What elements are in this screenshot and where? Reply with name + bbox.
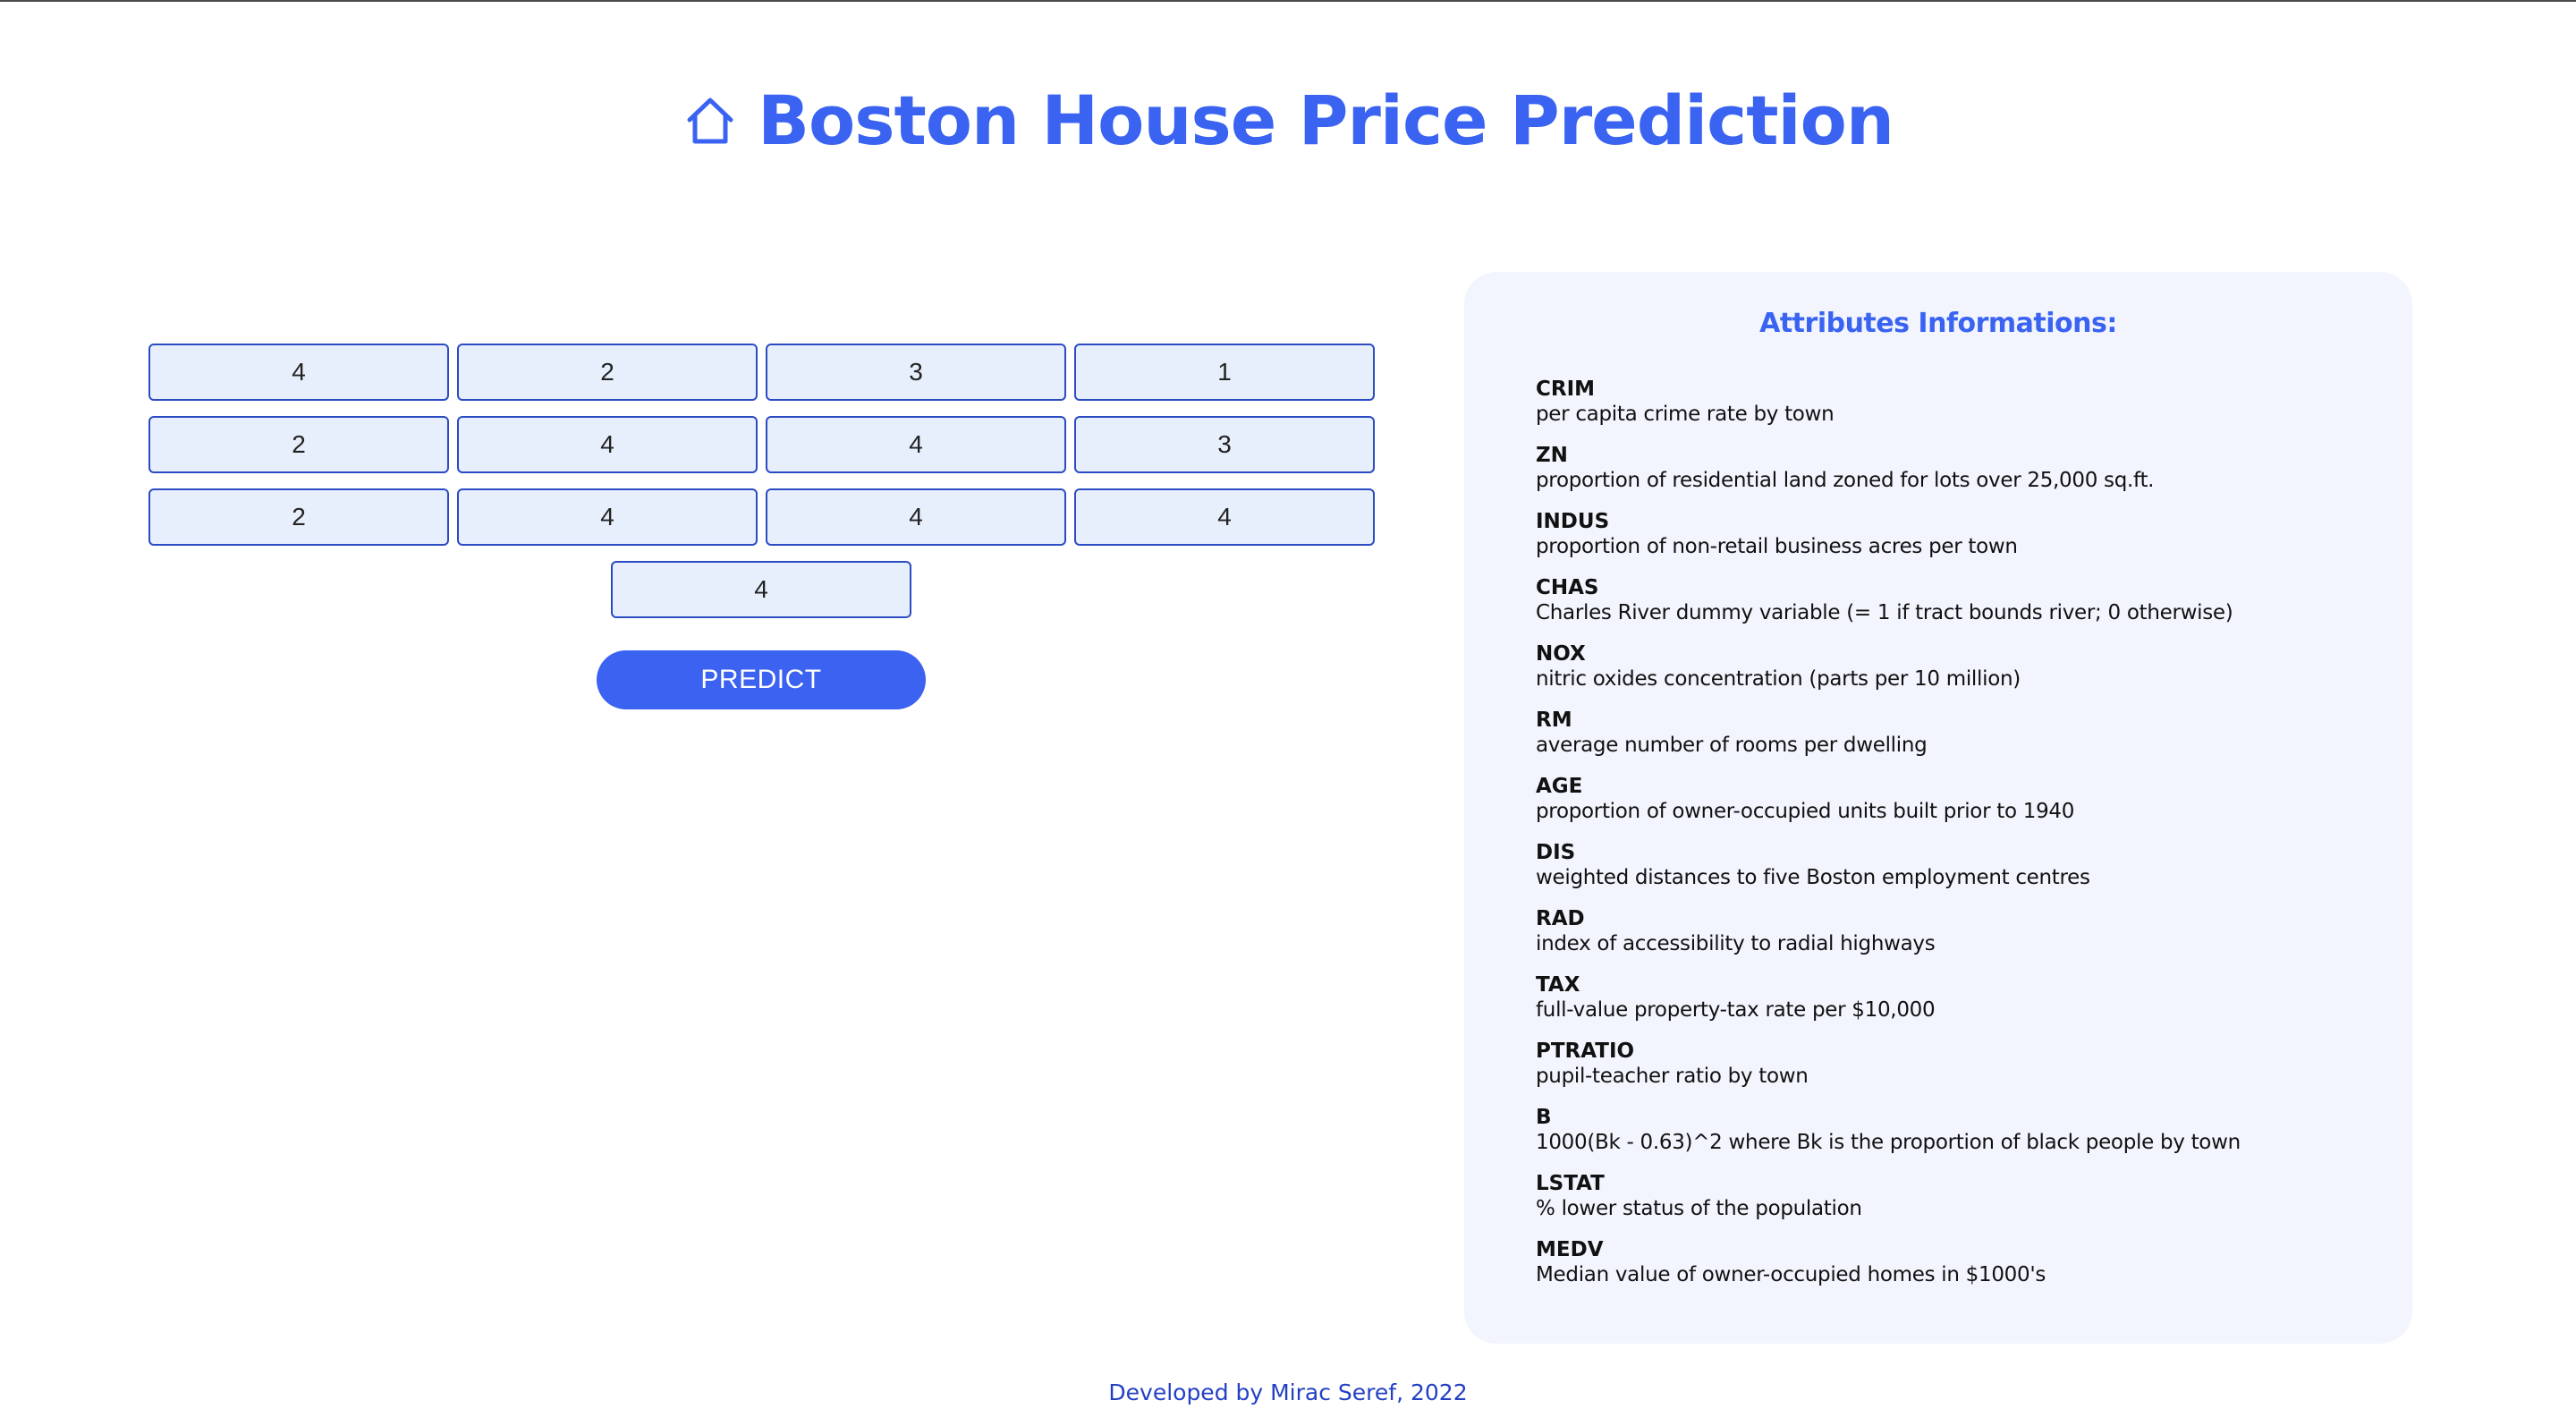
- attribute-name: MEDV: [1536, 1238, 1604, 1261]
- attribute-name: INDUS: [1536, 510, 1610, 533]
- home-icon: [682, 93, 738, 149]
- attribute-description: % lower status of the population: [1536, 1197, 1862, 1220]
- attribute-item: CRIM per capita crime rate by town: [1536, 377, 2341, 427]
- attribute-description: nitric oxides concentration (parts per 1…: [1536, 667, 2021, 691]
- input-row: [148, 561, 1374, 618]
- attribute-item: MEDV Median value of owner-occupied home…: [1536, 1237, 2341, 1287]
- attribute-name: PTRATIO: [1536, 1040, 1635, 1063]
- attribute-item: PTRATIO pupil-teacher ratio by town: [1536, 1039, 2341, 1089]
- attribute-item: ZN proportion of residential land zoned …: [1536, 443, 2341, 493]
- attributes-info-panel: Attributes Informations: CRIM per capita…: [1464, 272, 2412, 1344]
- attribute-description: proportion of non-retail business acres …: [1536, 535, 2018, 558]
- attribute-name: AGE: [1536, 775, 1583, 798]
- ptratio-input[interactable]: [766, 488, 1066, 546]
- attribute-item: LSTAT % lower status of the population: [1536, 1171, 2341, 1221]
- attribute-description: full-value property-tax rate per $10,000: [1536, 998, 1936, 1022]
- rad-input[interactable]: [148, 488, 449, 546]
- info-title: Attributes Informations:: [1759, 308, 2117, 339]
- attribute-name: DIS: [1536, 841, 1576, 864]
- attribute-item: TAX full-value property-tax rate per $10…: [1536, 972, 2341, 1023]
- attribute-item: B 1000(Bk - 0.63)^2 where Bk is the prop…: [1536, 1105, 2341, 1155]
- attribute-description: 1000(Bk - 0.63)^2 where Bk is the propor…: [1536, 1131, 2241, 1154]
- nox-input[interactable]: [148, 416, 449, 473]
- attribute-description: weighted distances to five Boston employ…: [1536, 866, 2090, 889]
- attribute-name: ZN: [1536, 444, 1568, 467]
- attribute-description: average number of rooms per dwelling: [1536, 734, 1928, 757]
- page: Boston House Price Prediction PREDICT: [0, 0, 2576, 1426]
- indus-input[interactable]: [766, 344, 1066, 401]
- chas-input[interactable]: [1074, 344, 1375, 401]
- predict-button[interactable]: PREDICT: [597, 650, 926, 709]
- attribute-description: Median value of owner-occupied homes in …: [1536, 1263, 2046, 1286]
- crim-input[interactable]: [148, 344, 449, 401]
- attribute-name: B: [1536, 1106, 1552, 1129]
- input-row: [148, 416, 1375, 473]
- footer-credit: Developed by Mirac Seref, 2022: [1108, 1379, 1468, 1405]
- attribute-description: per capita crime rate by town: [1536, 403, 1835, 426]
- attribute-item: NOX nitric oxides concentration (parts p…: [1536, 641, 2341, 692]
- page-title: Boston House Price Prediction: [758, 81, 1894, 160]
- page-header: Boston House Price Prediction: [0, 81, 2576, 160]
- attribute-item: INDUS proportion of non-retail business …: [1536, 509, 2341, 559]
- attribute-description: pupil-teacher ratio by town: [1536, 1065, 1809, 1088]
- zn-input[interactable]: [457, 344, 758, 401]
- attribute-item: RM average number of rooms per dwelling: [1536, 708, 2341, 758]
- prediction-form: PREDICT: [148, 344, 1375, 709]
- dis-input[interactable]: [1074, 416, 1375, 473]
- attribute-name: RAD: [1536, 907, 1585, 930]
- attribute-name: NOX: [1536, 642, 1586, 666]
- attribute-name: TAX: [1536, 973, 1580, 997]
- attribute-item: DIS weighted distances to five Boston em…: [1536, 840, 2341, 890]
- attribute-description: Charles River dummy variable (= 1 if tra…: [1536, 601, 2233, 624]
- attribute-name: CHAS: [1536, 576, 1599, 599]
- attribute-item: RAD index of accessibility to radial hig…: [1536, 906, 2341, 956]
- attribute-item: AGE proportion of owner-occupied units b…: [1536, 774, 2341, 824]
- button-row: PREDICT: [148, 650, 1374, 709]
- input-row: [148, 488, 1375, 546]
- attribute-item: CHAS Charles River dummy variable (= 1 i…: [1536, 575, 2341, 625]
- tax-input[interactable]: [457, 488, 758, 546]
- input-row: [148, 344, 1375, 401]
- attribute-name: CRIM: [1536, 378, 1596, 401]
- attribute-name: LSTAT: [1536, 1172, 1605, 1195]
- attribute-description: proportion of residential land zoned for…: [1536, 469, 2155, 492]
- attribute-description: proportion of owner-occupied units built…: [1536, 800, 2075, 823]
- attribute-name: RM: [1536, 709, 1572, 732]
- rm-input[interactable]: [457, 416, 758, 473]
- lstat-input[interactable]: [611, 561, 911, 618]
- b-input[interactable]: [1074, 488, 1375, 546]
- age-input[interactable]: [766, 416, 1066, 473]
- attribute-list: CRIM per capita crime rate by town ZN pr…: [1536, 377, 2341, 1287]
- attribute-description: index of accessibility to radial highway…: [1536, 932, 1936, 955]
